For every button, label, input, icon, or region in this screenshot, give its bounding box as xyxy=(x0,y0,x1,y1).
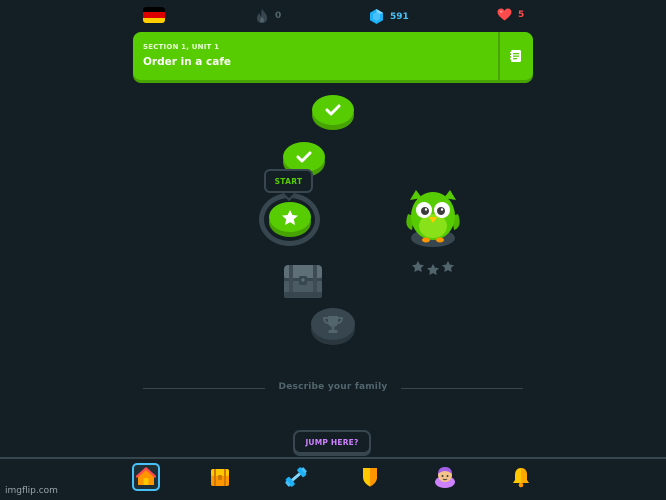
hearts-count: 5 xyxy=(518,9,525,20)
star-icon xyxy=(412,261,424,272)
heart-icon xyxy=(497,8,512,21)
section-divider-right xyxy=(401,388,523,389)
home-icon xyxy=(136,467,156,485)
owl-rating-stars xyxy=(411,259,455,281)
nav-home[interactable] xyxy=(132,463,160,491)
nav-practice[interactable] xyxy=(283,464,309,490)
jump-here-button[interactable]: JUMP HERE? xyxy=(293,430,371,454)
flame-icon xyxy=(257,9,267,23)
nav-characters[interactable] xyxy=(207,464,233,490)
notebook-icon xyxy=(510,50,521,62)
unit-review-trophy[interactable] xyxy=(311,308,355,340)
star-icon xyxy=(282,209,298,225)
nav-leaderboards[interactable] xyxy=(357,464,383,490)
locked-chest[interactable] xyxy=(281,262,325,304)
lesson-node-completed[interactable] xyxy=(312,95,354,125)
alphabet-chest-icon xyxy=(211,469,229,486)
unit-banner[interactable]: SECTION 1, UNIT 1 Order in a cafe xyxy=(133,32,533,80)
check-icon xyxy=(296,151,312,163)
section-label: SECTION 1, UNIT 1 xyxy=(143,43,220,51)
german-flag-icon[interactable] xyxy=(143,7,165,23)
unit-title: Order in a cafe xyxy=(143,56,232,68)
check-icon xyxy=(325,104,341,116)
next-section-label: Describe your family xyxy=(278,382,388,392)
star-icon xyxy=(442,261,454,272)
lesson-node-current[interactable] xyxy=(269,202,311,232)
bottom-navigation xyxy=(0,457,666,500)
gem-icon xyxy=(370,9,383,24)
dumbbell-icon xyxy=(285,467,307,487)
trophy-icon xyxy=(323,316,343,333)
shield-icon xyxy=(363,468,377,487)
profile-avatar-icon xyxy=(435,467,455,488)
star-icon xyxy=(427,264,439,275)
guidebook-button[interactable] xyxy=(499,32,533,80)
more-icon xyxy=(513,468,529,488)
streak-count: 0 xyxy=(275,11,282,21)
hearts-counter[interactable]: 5 xyxy=(497,8,524,21)
lesson-node-completed[interactable] xyxy=(283,142,325,172)
nav-more[interactable] xyxy=(508,464,534,490)
streak-counter[interactable]: 0 xyxy=(255,8,281,24)
gems-counter[interactable]: 591 xyxy=(369,8,409,25)
start-tooltip[interactable]: START xyxy=(264,169,313,193)
section-divider-left xyxy=(143,388,265,389)
imgflip-watermark: imgflip.com xyxy=(5,486,58,496)
nav-profile[interactable] xyxy=(432,464,458,490)
gems-count: 591 xyxy=(390,11,409,22)
chest-icon xyxy=(284,265,322,298)
